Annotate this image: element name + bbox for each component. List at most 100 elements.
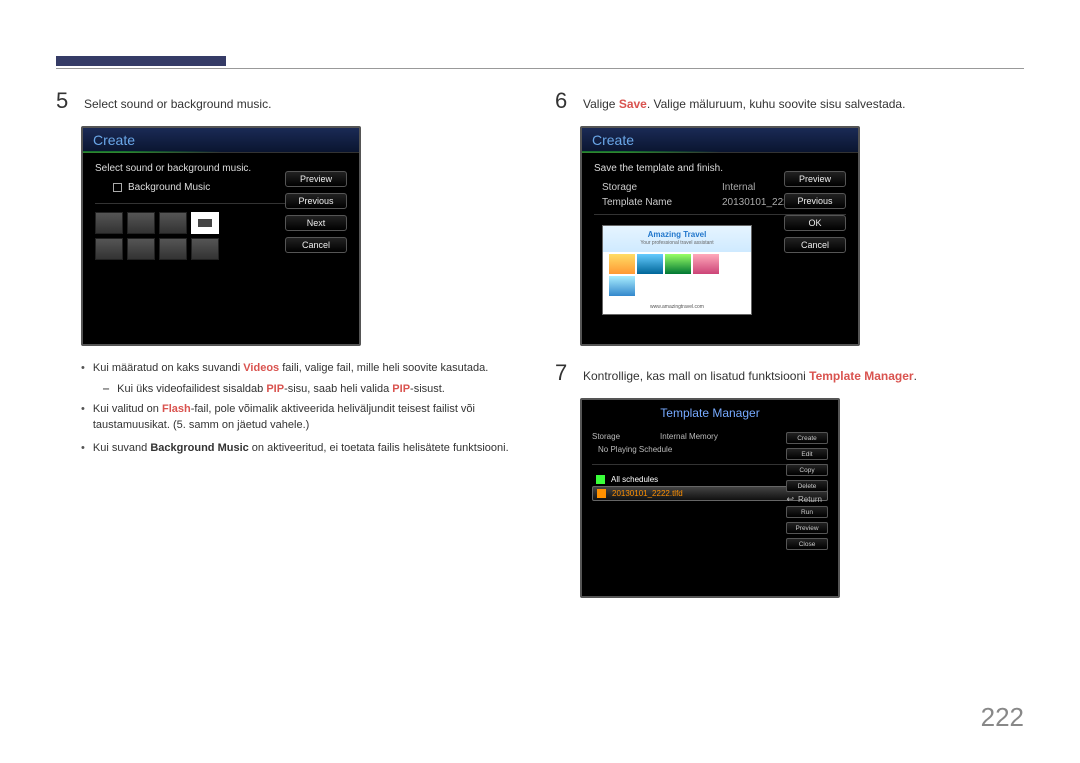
storage-value[interactable]: Internal Memory <box>660 432 718 441</box>
ok-button[interactable]: OK <box>784 215 846 231</box>
keyword-flash: Flash <box>162 403 191 415</box>
step-7: 7 Kontrollige, kas mall on lisatud funkt… <box>555 360 1024 386</box>
edit-button[interactable]: Edit <box>786 448 828 460</box>
bullet-text: Kui määratud on kaks suvandi Videos fail… <box>93 360 488 377</box>
return-hint: Return <box>786 494 822 505</box>
next-button[interactable]: Next <box>285 215 347 231</box>
step-number: 5 <box>56 88 74 114</box>
preview-cell <box>609 254 635 274</box>
sound-thumb[interactable] <box>127 212 155 234</box>
bullet-text: Kui valitud on Flash-fail, pole võimalik… <box>93 401 525 434</box>
checkbox-icon <box>597 489 606 498</box>
preview-cell <box>693 254 719 274</box>
keyword-pip: PIP <box>392 383 410 395</box>
template-preview: Amazing Travel Your professional travel … <box>602 225 752 315</box>
previous-button[interactable]: Previous <box>285 193 347 209</box>
step-number: 6 <box>555 88 573 114</box>
run-button[interactable]: Run <box>786 506 828 518</box>
template-filename: 20130101_2222.tlfd <box>612 489 683 498</box>
manual-page: 5 Select sound or background music. Crea… <box>0 0 1080 763</box>
checkbox-icon <box>596 475 605 484</box>
text: on aktiveeritud, ei toetata failis helis… <box>249 442 509 454</box>
checkbox-icon <box>113 183 122 192</box>
create-button[interactable]: Create <box>786 432 828 444</box>
copy-button[interactable]: Copy <box>786 464 828 476</box>
cancel-button[interactable]: Cancel <box>285 237 347 253</box>
page-number: 222 <box>981 702 1024 733</box>
window-body: Select sound or background music. Backgr… <box>83 153 359 274</box>
bullet-dot-icon: • <box>81 440 85 457</box>
preview-button[interactable]: Preview <box>786 522 828 534</box>
sound-thumb[interactable] <box>95 212 123 234</box>
screenshot-create-save: Create Save the template and finish. Sto… <box>580 126 860 346</box>
preview-cell <box>665 254 691 274</box>
return-label: Return <box>798 495 822 504</box>
sound-thumb[interactable] <box>191 238 219 260</box>
sound-thumb[interactable] <box>95 238 123 260</box>
screenshot-create-sound: Create Select sound or background music.… <box>81 126 361 346</box>
sound-thumb[interactable] <box>127 238 155 260</box>
header-accent-bar <box>56 56 226 66</box>
window-body: Save the template and finish. Storage In… <box>582 153 858 329</box>
text: Kontrollige, kas mall on lisatud funktsi… <box>583 369 809 383</box>
side-button-group: Preview Previous Next Cancel <box>285 171 347 253</box>
sound-thumb-selected[interactable] <box>191 212 219 234</box>
text: . <box>914 369 917 383</box>
text: -sisust. <box>410 383 445 395</box>
preview-cell <box>637 254 663 274</box>
text: Valige <box>583 97 619 111</box>
preview-button[interactable]: Preview <box>784 171 846 187</box>
text: . Valige mäluruum, kuhu soovite sisu sal… <box>647 97 906 111</box>
sub-bullet-text: Kui üks videofailidest sisaldab PIP-sisu… <box>117 383 445 395</box>
two-column-layout: 5 Select sound or background music. Crea… <box>56 88 1024 612</box>
step-5: 5 Select sound or background music. <box>56 88 525 114</box>
template-name-label: Template Name <box>602 197 682 208</box>
all-schedules-label: All schedules <box>611 475 658 484</box>
text: faili, valige fail, mille heli soovite k… <box>279 362 488 374</box>
text: Kui suvand <box>93 442 150 454</box>
keyword-pip: PIP <box>266 383 284 395</box>
preview-url: www.amazingtravel.com <box>603 304 751 310</box>
text: Kui üks videofailidest sisaldab <box>117 383 266 395</box>
previous-button[interactable]: Previous <box>784 193 846 209</box>
close-button[interactable]: Close <box>786 538 828 550</box>
side-button-group: Preview Previous OK Cancel <box>784 171 846 253</box>
sub-bullet-item: ‒ Kui üks videofailidest sisaldab PIP-si… <box>103 383 525 395</box>
checkbox-label: Background Music <box>128 182 210 193</box>
storage-label: Storage <box>602 182 682 193</box>
sound-thumb[interactable] <box>159 212 187 234</box>
bullet-dot-icon: • <box>81 401 85 434</box>
left-column: 5 Select sound or background music. Crea… <box>56 88 525 612</box>
bullet-dot-icon: • <box>81 360 85 377</box>
window-title: Create <box>582 128 858 153</box>
window-body: Storage Internal Memory No Playing Sched… <box>582 426 838 511</box>
step-number: 7 <box>555 360 573 386</box>
preview-title: Amazing Travel <box>603 230 751 239</box>
step-text: Select sound or background music. <box>84 88 271 114</box>
dash-icon: ‒ <box>103 383 109 395</box>
keyword-template-manager: Template Manager <box>809 369 913 383</box>
bullet-item: • Kui määratud on kaks suvandi Videos fa… <box>81 360 525 377</box>
delete-button[interactable]: Delete <box>786 480 828 492</box>
return-icon <box>786 494 794 505</box>
sound-thumbnails <box>95 212 245 260</box>
right-column: 6 Valige Save. Valige mäluruum, kuhu soo… <box>555 88 1024 612</box>
storage-value[interactable]: Internal <box>722 182 755 193</box>
text: Kui valitud on <box>93 403 162 415</box>
preview-subtitle: Your professional travel assistant <box>603 240 751 246</box>
preview-cell <box>609 276 635 296</box>
preview-button[interactable]: Preview <box>285 171 347 187</box>
storage-label: Storage <box>592 432 620 441</box>
step-6: 6 Valige Save. Valige mäluruum, kuhu soo… <box>555 88 1024 114</box>
keyword-save: Save <box>619 97 647 111</box>
step-text: Kontrollige, kas mall on lisatud funktsi… <box>583 360 917 386</box>
screenshot-template-manager: Template Manager Storage Internal Memory… <box>580 398 840 598</box>
window-title: Create <box>83 128 359 153</box>
window-title: Template Manager <box>582 400 838 426</box>
preview-image-grid <box>609 254 745 296</box>
sound-thumb[interactable] <box>159 238 187 260</box>
text: Kui määratud on kaks suvandi <box>93 362 243 374</box>
note-bullets: • Kui määratud on kaks suvandi Videos fa… <box>81 360 525 456</box>
cancel-button[interactable]: Cancel <box>784 237 846 253</box>
bullet-item: • Kui suvand Background Music on aktivee… <box>81 440 525 457</box>
